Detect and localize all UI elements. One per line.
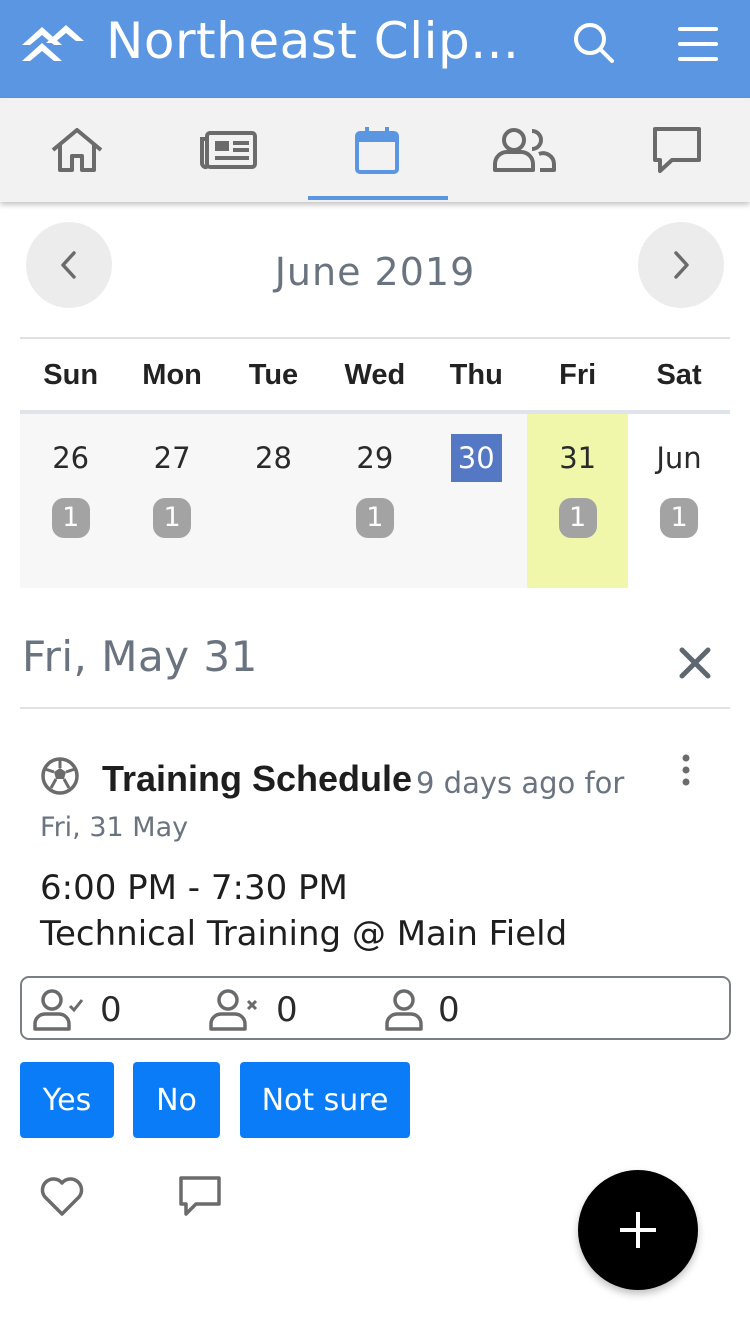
weekday-label: Tue xyxy=(248,359,299,391)
user-icon xyxy=(385,989,423,1031)
user-check-icon xyxy=(33,989,84,1031)
month-title: June 2019 xyxy=(274,250,476,294)
event-count-badge: 1 xyxy=(558,498,597,538)
calendar-day-cell[interactable]: 27 1 xyxy=(121,414,222,588)
event-count-badge: 1 xyxy=(51,498,90,538)
event-date: Fri, 31 May xyxy=(40,812,189,843)
day-number: 26 xyxy=(52,441,90,475)
tab-chat[interactable] xyxy=(602,98,750,202)
rsvp-not-sure-button[interactable]: Not sure xyxy=(240,1062,410,1138)
calendar-day-cell-today[interactable]: 30 xyxy=(426,414,527,588)
calendar-week-row: 26 1 27 1 28 29 1 30 31 1 Jun 1 xyxy=(20,414,730,588)
brand-logo-icon xyxy=(22,25,84,61)
calendar-day-cell-selected[interactable]: 31 1 xyxy=(526,414,629,588)
rsvp-not-going-count: 0 xyxy=(276,990,298,1030)
day-number: 31 xyxy=(559,441,597,475)
day-number: 29 xyxy=(356,441,394,475)
tab-home[interactable] xyxy=(2,98,152,202)
weekday-label: Thu xyxy=(449,359,503,391)
soccer-ball-icon xyxy=(41,757,79,795)
comment-icon[interactable] xyxy=(176,1172,224,1220)
rsvp-no-response-count: 0 xyxy=(438,990,460,1030)
weekday-label: Mon xyxy=(142,359,202,391)
weekday-label: Sun xyxy=(43,359,99,391)
weekday-label: Wed xyxy=(344,359,406,391)
calendar-icon xyxy=(355,127,399,174)
event-time: 6:00 PM - 7:30 PM xyxy=(40,868,348,908)
calendar-day-cell[interactable]: 26 1 xyxy=(20,414,121,588)
event-count-badge: 1 xyxy=(355,498,394,538)
weekday-header: Sun Mon Tue Wed Thu Fri Sat xyxy=(20,340,730,412)
weekday-label: Fri xyxy=(559,359,597,391)
chat-icon xyxy=(653,127,701,173)
calendar-day-cell[interactable]: 29 1 xyxy=(324,414,425,588)
plus-icon xyxy=(620,1212,656,1248)
day-number-today: 30 xyxy=(426,434,527,482)
people-icon xyxy=(493,128,556,172)
section-divider xyxy=(20,707,730,709)
tab-news[interactable] xyxy=(154,98,304,202)
more-options-icon[interactable] xyxy=(668,748,704,796)
event-posted-meta: 9 days ago for xyxy=(416,766,625,800)
hamburger-menu-icon[interactable] xyxy=(672,18,724,70)
tab-bar xyxy=(0,98,750,202)
today-highlight: 30 xyxy=(450,434,502,482)
rsvp-no-button[interactable]: No xyxy=(133,1062,220,1138)
search-icon[interactable] xyxy=(568,18,620,70)
home-icon xyxy=(51,128,103,172)
calendar-top-divider xyxy=(20,337,730,339)
chevron-right-icon xyxy=(674,251,689,279)
event-description: Technical Training @ Main Field xyxy=(40,914,568,954)
day-number: 27 xyxy=(153,441,191,475)
calendar-day-cell[interactable]: Jun 1 xyxy=(628,414,730,588)
day-number: Jun xyxy=(656,441,702,475)
news-icon xyxy=(200,131,257,170)
add-event-button[interactable] xyxy=(578,1170,698,1290)
rsvp-summary[interactable]: 0 0 0 xyxy=(20,976,731,1040)
event-count-badge: 1 xyxy=(660,498,699,538)
tab-people[interactable] xyxy=(450,98,600,202)
next-month-button[interactable] xyxy=(638,222,724,308)
rsvp-not-going: 0 xyxy=(208,988,298,1032)
event-count-badge: 1 xyxy=(153,498,192,538)
rsvp-going-count: 0 xyxy=(100,990,122,1030)
app-title: Northeast Clip... xyxy=(106,12,520,70)
event-title[interactable]: Training Schedule xyxy=(102,758,412,800)
user-x-icon xyxy=(209,989,258,1031)
app-header: Northeast Clip... xyxy=(0,0,750,98)
day-number: 28 xyxy=(255,441,292,475)
weekday-label: Sat xyxy=(656,359,702,391)
rsvp-going: 0 xyxy=(32,988,122,1032)
close-icon[interactable] xyxy=(672,640,718,686)
heart-icon[interactable] xyxy=(38,1174,86,1218)
tab-calendar[interactable] xyxy=(302,98,452,202)
calendar-day-cell[interactable]: 28 xyxy=(223,414,324,588)
rsvp-yes-button[interactable]: Yes xyxy=(20,1062,114,1138)
rsvp-no-response: 0 xyxy=(384,988,460,1032)
selected-date-title: Fri, May 31 xyxy=(22,632,258,681)
